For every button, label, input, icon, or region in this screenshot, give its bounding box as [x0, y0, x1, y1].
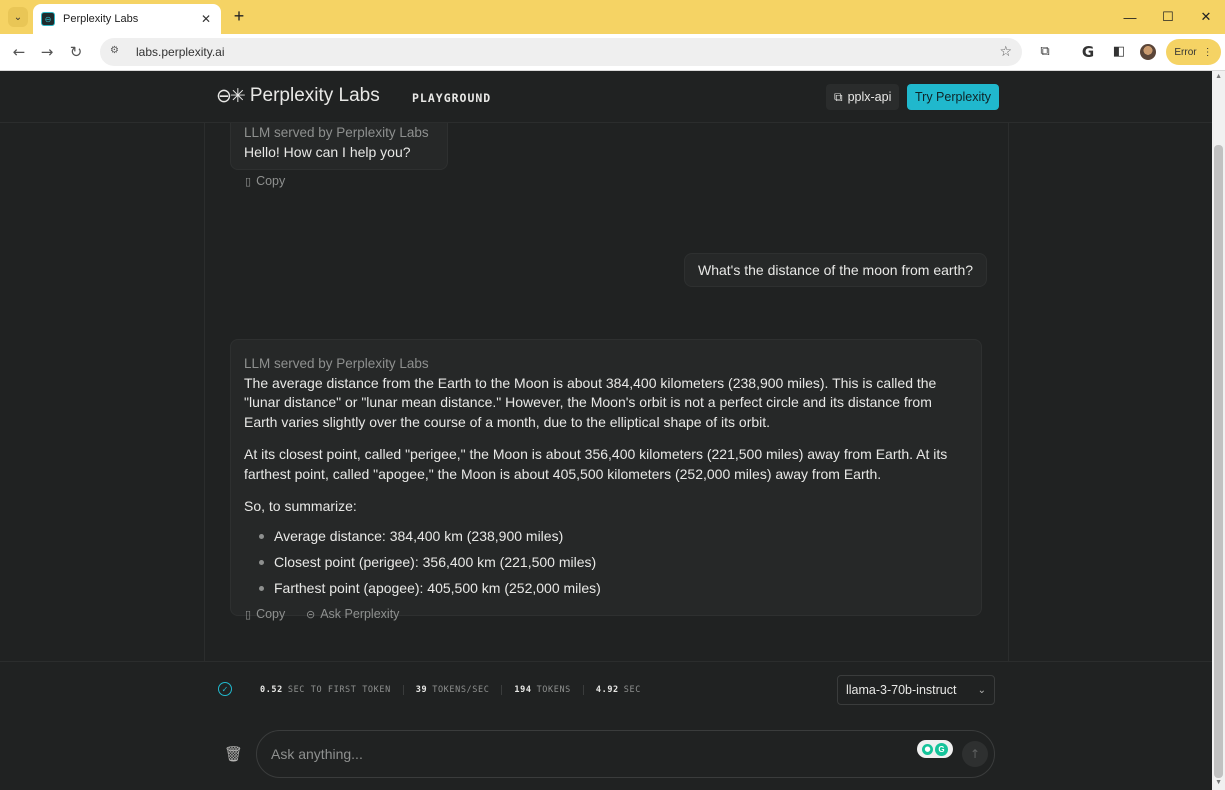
avatar[interactable] [1140, 44, 1156, 60]
back-icon[interactable]: ← [9, 42, 29, 62]
extensions-icon[interactable]: ⧉ [1036, 43, 1054, 61]
maximize-icon[interactable]: ☐ [1149, 0, 1187, 34]
perplexity-logo-icon: ⊖✳ [216, 85, 246, 107]
browser-toolbar: ← → ↻ ⚙ labs.perplexity.ai ☆ ⧉ G ◧ Error… [0, 34, 1225, 71]
input-row: 🗑 ● G ↑ [0, 717, 1212, 790]
send-button[interactable]: ↑ [962, 741, 988, 767]
copy-label: Copy [256, 174, 286, 188]
stat-value: 194 [514, 685, 532, 695]
copy-icon: ▯ [245, 607, 252, 621]
tab-list-icon[interactable]: ⌄ [8, 7, 28, 27]
chat-input[interactable] [256, 730, 995, 778]
scroll-up-icon[interactable]: ▲ [1215, 73, 1222, 80]
grammarly-widget[interactable]: ● G [917, 740, 953, 758]
close-icon[interactable]: ✕ [199, 12, 213, 26]
external-link-icon: ⧉ [834, 89, 843, 104]
brand-name: Perplexity Labs [249, 85, 380, 106]
reload-icon[interactable]: ↻ [66, 42, 86, 62]
list-item: Average distance: 384,400 km (238,900 mi… [244, 523, 968, 549]
try-perplexity-button[interactable]: Try Perplexity [907, 84, 999, 110]
scrollbar-thumb[interactable] [1214, 145, 1223, 778]
list-item: Closest point (perigee): 356,400 km (221… [244, 549, 968, 575]
bot-label: LLM served by Perplexity Labs [244, 356, 429, 371]
stat-value: 4.92 [595, 685, 619, 695]
list-item: Farthest point (apogee): 405,500 km (252… [244, 575, 968, 601]
ask-perplexity-button[interactable]: ⊝ Ask Perplexity [306, 607, 399, 621]
trash-icon[interactable]: 🗑 [224, 745, 243, 763]
stat-seconds: 4.92 SEC [582, 685, 653, 695]
bookmark-star-icon[interactable]: ☆ [999, 44, 1012, 60]
copy-label: Copy [256, 607, 286, 621]
copy-icon: ▯ [245, 174, 252, 188]
browser-tab-bar: ⌄ ⊖ Perplexity Labs ✕ + — ☐ ✕ [0, 0, 1225, 34]
stat-value: 0.52 [260, 685, 283, 695]
bot-message-greeting: LLM served by Perplexity Labs Hello! How… [230, 115, 448, 170]
bot-label: LLM served by Perplexity Labs [244, 125, 429, 140]
copy-answer-button[interactable]: ▯ Copy [245, 607, 285, 621]
grammarly-icon: G [935, 742, 948, 756]
answer-paragraph-3: So, to summarize: [244, 498, 357, 514]
nav-playground[interactable]: PLAYGROUND [412, 91, 491, 105]
forward-icon[interactable]: → [37, 42, 57, 62]
site-info-icon[interactable]: ⚙ [110, 45, 124, 59]
left-gutter [0, 71, 205, 661]
user-message: What's the distance of the moon from ear… [684, 253, 988, 287]
greeting-text: Hello! How can I help you? [244, 143, 411, 160]
stats-group: 0.52 SEC TO FIRST TOKEN 39 TOKENS/SEC 19… [248, 685, 653, 695]
model-select-value: llama-3-70b-instruct [846, 683, 957, 697]
answer-paragraph-1: The average distance from the Earth to t… [244, 374, 937, 430]
right-gutter [1008, 71, 1212, 661]
favicon-icon: ⊖ [41, 12, 55, 26]
stat-label: TOKENS/SEC [432, 685, 490, 695]
minimize-icon[interactable]: — [1111, 0, 1149, 34]
window-controls: — ☐ ✕ [1111, 0, 1225, 34]
chevron-down-icon: ⌄ [977, 684, 986, 696]
stat-tokens: 194 TOKENS [501, 685, 582, 695]
error-label: Error [1174, 46, 1197, 58]
tab-title: Perplexity Labs [63, 13, 139, 25]
app-viewport: LLM served by Perplexity Labs Hello! How… [0, 71, 1212, 790]
stat-label: SEC TO FIRST TOKEN [287, 685, 391, 695]
address-bar[interactable]: ⚙ labs.perplexity.ai ☆ [100, 38, 1022, 66]
browser-tab[interactable]: ⊖ Perplexity Labs ✕ [33, 4, 221, 34]
side-panel-icon[interactable]: ◧ [1110, 43, 1128, 61]
model-select[interactable]: llama-3-70b-instruct ⌄ [837, 675, 995, 705]
copy-button[interactable]: ▯ Copy [245, 174, 285, 188]
stat-label: SEC [623, 685, 641, 695]
window-close-icon[interactable]: ✕ [1187, 0, 1225, 34]
ask-perplexity-label: Ask Perplexity [320, 607, 400, 621]
scroll-down-icon[interactable]: ▼ [1215, 779, 1222, 786]
profile-error-button[interactable]: Error ⋮ [1166, 39, 1221, 65]
grammarly-bulb-icon: ● [922, 743, 933, 755]
answer-paragraph-2: At its closest point, called "perigee," … [244, 446, 948, 482]
more-icon: ⋮ [1202, 46, 1213, 58]
ask-arrow-icon: ⊝ [306, 607, 316, 621]
speed-check-icon: ✓ [218, 682, 232, 696]
stats-bar: ✓ 0.52 SEC TO FIRST TOKEN 39 TOKENS/SEC … [0, 661, 1212, 717]
summary-list: Average distance: 384,400 km (238,900 mi… [244, 523, 968, 601]
new-tab-button[interactable]: + [230, 7, 248, 25]
stat-value: 39 [415, 685, 428, 695]
google-icon[interactable]: G [1079, 43, 1097, 61]
url-text[interactable]: labs.perplexity.ai [136, 45, 999, 59]
bot-message-answer: LLM served by Perplexity Labs The averag… [230, 339, 982, 616]
stat-first-token: 0.52 SEC TO FIRST TOKEN [248, 685, 403, 695]
pplx-api-label: pplx-api [847, 90, 892, 104]
app-header: ⊖✳ Perplexity Labs PLAYGROUND ⧉ pplx-api… [0, 71, 1212, 123]
stat-tokens-per-sec: 39 TOKENS/SEC [402, 685, 502, 695]
pplx-api-button[interactable]: ⧉ pplx-api [826, 84, 900, 110]
brand[interactable]: ⊖✳ Perplexity Labs [216, 85, 380, 107]
stat-label: TOKENS [536, 685, 571, 695]
